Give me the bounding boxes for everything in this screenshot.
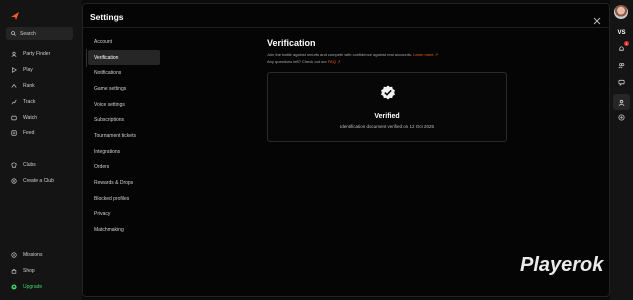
nav-item-feed[interactable]: Feed	[11, 128, 34, 138]
nav-item-clubs[interactable]: Clubs	[11, 160, 36, 170]
nav-item-track[interactable]: Track	[11, 97, 35, 107]
verified-title: Verified	[374, 113, 400, 120]
nav-item-missions[interactable]: Missions	[11, 250, 42, 260]
watch-icon	[11, 115, 17, 121]
notification-count-badge: 1	[624, 41, 629, 46]
party-icon	[11, 51, 17, 57]
modal-header: Settings	[83, 4, 609, 28]
active-indicator	[86, 49, 87, 67]
nav-item-shop[interactable]: Shop	[11, 266, 35, 276]
nav-item-party-finder[interactable]: Party Finder	[11, 49, 50, 59]
learn-more-link[interactable]: Learn more ↗	[413, 52, 438, 57]
nav-item-create-club[interactable]: Create a Club	[11, 176, 54, 186]
party-icon	[618, 99, 624, 106]
settings-item-matchmaking[interactable]: Matchmaking	[88, 222, 160, 238]
nav-item-label: Track	[23, 99, 36, 105]
nav-item-label: Missions	[23, 252, 43, 258]
settings-item-account[interactable]: Account	[88, 34, 160, 50]
settings-item-blocked-profiles[interactable]: Blocked profiles	[88, 191, 160, 207]
logo-icon	[11, 12, 19, 20]
verification-status-card: Verified Identification document verifie…	[267, 72, 507, 142]
right-rail: VS 1	[610, 0, 633, 300]
external-link-icon: ↗	[337, 58, 341, 64]
nav-item-label: Rank	[23, 83, 35, 89]
faq-link[interactable]: FAQ ↗	[328, 59, 341, 64]
friends-icon	[617, 62, 624, 68]
section-description: Join the battle against smurfs and compe…	[267, 52, 507, 65]
bell-icon	[618, 45, 624, 51]
settings-item-game-settings[interactable]: Game settings	[88, 81, 160, 97]
desc-text: Join the battle against smurfs and compe…	[267, 52, 412, 57]
add-button[interactable]	[616, 112, 626, 122]
verified-subtitle: Identification document verified on 12 O…	[339, 124, 435, 129]
nav-item-watch[interactable]: Watch	[11, 113, 37, 123]
close-icon	[593, 17, 601, 25]
vs-label[interactable]: VS	[610, 30, 633, 36]
verification-section: Verification Join the battle against smu…	[267, 38, 507, 65]
watermark-logo: Playerok	[520, 254, 604, 276]
party-button[interactable]	[616, 97, 626, 107]
settings-modal: Settings Account Verification Notificati…	[82, 3, 610, 297]
nav-item-rank[interactable]: Rank	[11, 81, 35, 91]
desc-text-2: Any questions left? Check out our	[267, 58, 327, 64]
missions-icon	[11, 252, 17, 258]
settings-item-privacy[interactable]: Privacy	[88, 207, 160, 223]
nav-item-upgrade[interactable]: Upgrade	[11, 282, 42, 292]
nav-item-label: Shop	[23, 268, 35, 274]
clubs-icon	[11, 162, 17, 168]
shop-icon	[11, 268, 17, 274]
nav-item-play[interactable]: Play	[11, 65, 33, 75]
nav-item-label: Create a Club	[23, 178, 54, 184]
settings-item-integrations[interactable]: Integrations	[88, 144, 160, 160]
settings-item-rewards-drops[interactable]: Rewards & Drops	[88, 175, 160, 191]
learn-more-label: Learn more	[413, 52, 434, 57]
settings-item-verification[interactable]: Verification	[88, 49, 160, 66]
nav-item-label: Watch	[23, 115, 37, 121]
settings-item-orders[interactable]: Orders	[88, 160, 160, 176]
nav-item-label: Upgrade	[23, 284, 43, 290]
feed-icon	[11, 130, 17, 136]
section-heading: Verification	[267, 38, 316, 48]
rank-icon	[11, 83, 17, 89]
nav-item-label: Clubs	[23, 162, 36, 168]
chat-icon	[617, 79, 625, 86]
play-icon	[11, 67, 17, 73]
close-button[interactable]	[593, 12, 601, 25]
app-root: Search Party Finder Play Rank Track Watc…	[0, 0, 633, 300]
nav-item-label: Party Finder	[23, 51, 51, 57]
search-box[interactable]: Search	[6, 27, 73, 40]
verified-badge-icon	[380, 85, 396, 101]
settings-item-subscriptions[interactable]: Subscriptions	[88, 112, 160, 128]
search-icon	[11, 31, 16, 36]
app-logo[interactable]	[10, 8, 20, 20]
plus-circle-icon	[11, 178, 17, 184]
faq-label: FAQ	[327, 58, 336, 64]
search-label: Search	[20, 30, 36, 37]
nav-item-label: Play	[23, 67, 33, 73]
modal-title: Settings	[90, 12, 124, 22]
upgrade-icon	[11, 284, 17, 290]
external-link-icon: ↗	[434, 52, 439, 57]
friends-button[interactable]	[616, 60, 626, 70]
user-avatar[interactable]	[614, 5, 628, 19]
settings-item-tournament-tickets[interactable]: Tournament tickets	[88, 128, 160, 144]
settings-item-notifications[interactable]: Notifications	[88, 65, 160, 81]
settings-item-voice-settings[interactable]: Voice settings	[88, 97, 160, 113]
track-icon	[11, 99, 17, 105]
nav-item-label: Feed	[23, 130, 35, 136]
plus-circle-icon	[617, 113, 625, 121]
settings-menu: Account Verification Notifications Game …	[88, 34, 160, 238]
left-navigation: Search Party Finder Play Rank Track Watc…	[0, 0, 82, 300]
chat-button[interactable]	[616, 77, 626, 87]
